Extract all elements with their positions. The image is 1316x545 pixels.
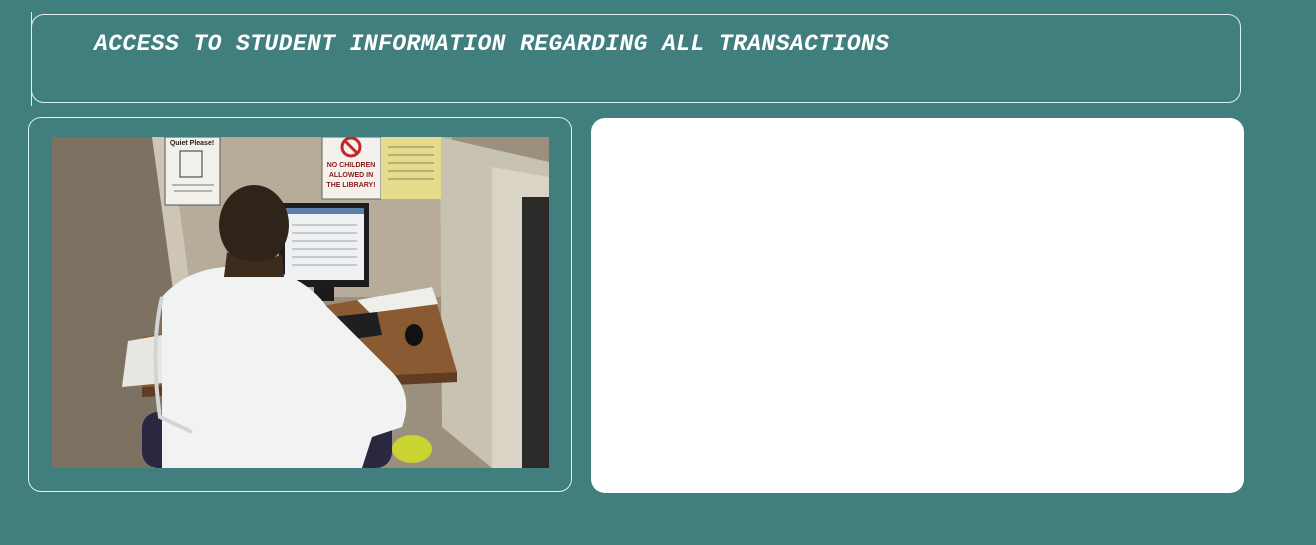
page: ACCESS TO STUDENT INFORMATION REGARDING … xyxy=(0,0,1316,545)
content-panel xyxy=(591,118,1244,493)
header-banner xyxy=(31,14,1241,103)
yellow-notice xyxy=(381,137,441,199)
quiet-please-sign: Quiet Please! xyxy=(164,137,221,206)
student-at-computer-photo: Quiet Please! NO CHILDREN ALLOWED IN THE… xyxy=(52,137,549,468)
no-children-sign: NO CHILDREN ALLOWED IN THE LIBRARY! xyxy=(321,137,382,200)
svg-text:NO CHILDREN: NO CHILDREN xyxy=(327,162,376,169)
page-title: ACCESS TO STUDENT INFORMATION REGARDING … xyxy=(94,31,890,57)
svg-text:ALLOWED IN: ALLOWED IN xyxy=(329,172,373,179)
svg-text:THE LIBRARY!: THE LIBRARY! xyxy=(326,182,375,189)
svg-text:Quiet Please!: Quiet Please! xyxy=(170,140,214,147)
